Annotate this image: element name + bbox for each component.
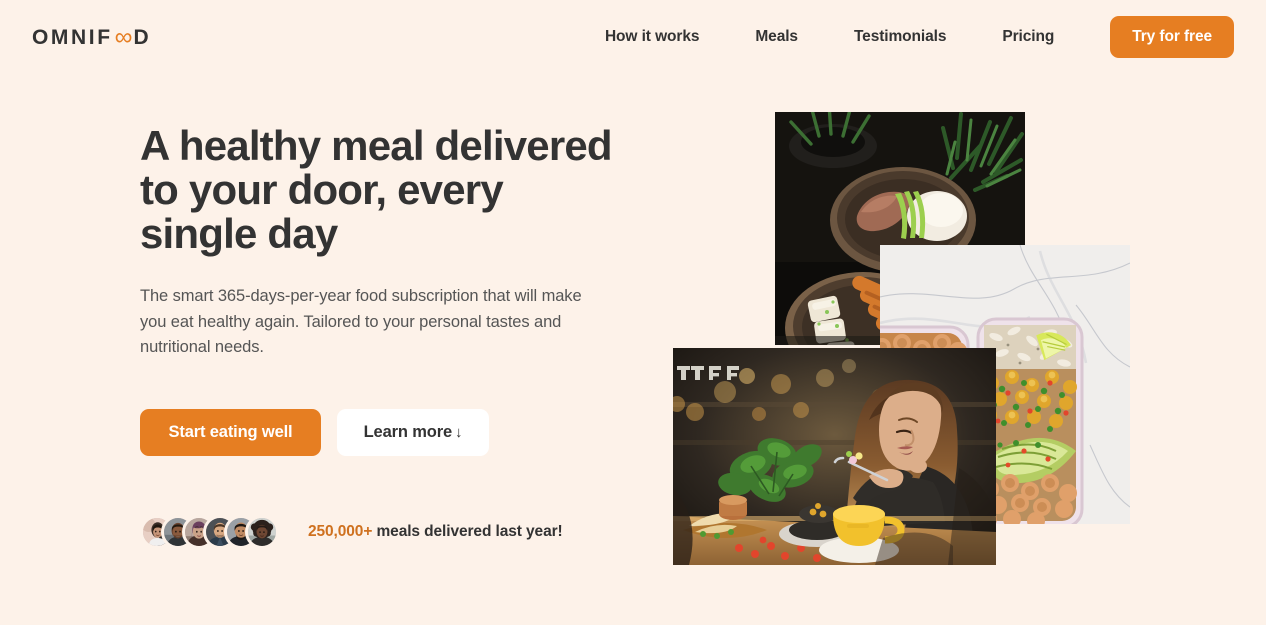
- nav-item-pricing[interactable]: Pricing: [974, 28, 1082, 46]
- logo-omnifood[interactable]: OMNIF ∞ D: [32, 22, 152, 51]
- try-for-free-button[interactable]: Try for free: [1110, 16, 1234, 58]
- main-navigation: How it works Meals Testimonials Pricing …: [577, 16, 1234, 58]
- infinity-icon: ∞: [114, 22, 133, 51]
- hero-image-collage: [0, 74, 1266, 625]
- nav-item-meals[interactable]: Meals: [727, 28, 826, 46]
- site-header: OMNIF ∞ D How it works Meals Testimonials …: [0, 0, 1266, 74]
- nav-item-how-it-works[interactable]: How it works: [577, 28, 727, 46]
- logo-text-suffix: D: [133, 25, 152, 49]
- nav-item-testimonials[interactable]: Testimonials: [826, 28, 974, 46]
- logo-text-prefix: OMNIF: [32, 25, 113, 49]
- hero-section: A healthy meal delivered to your door, e…: [0, 74, 1266, 625]
- hero-image-woman-eating-in-cafe: [673, 348, 996, 565]
